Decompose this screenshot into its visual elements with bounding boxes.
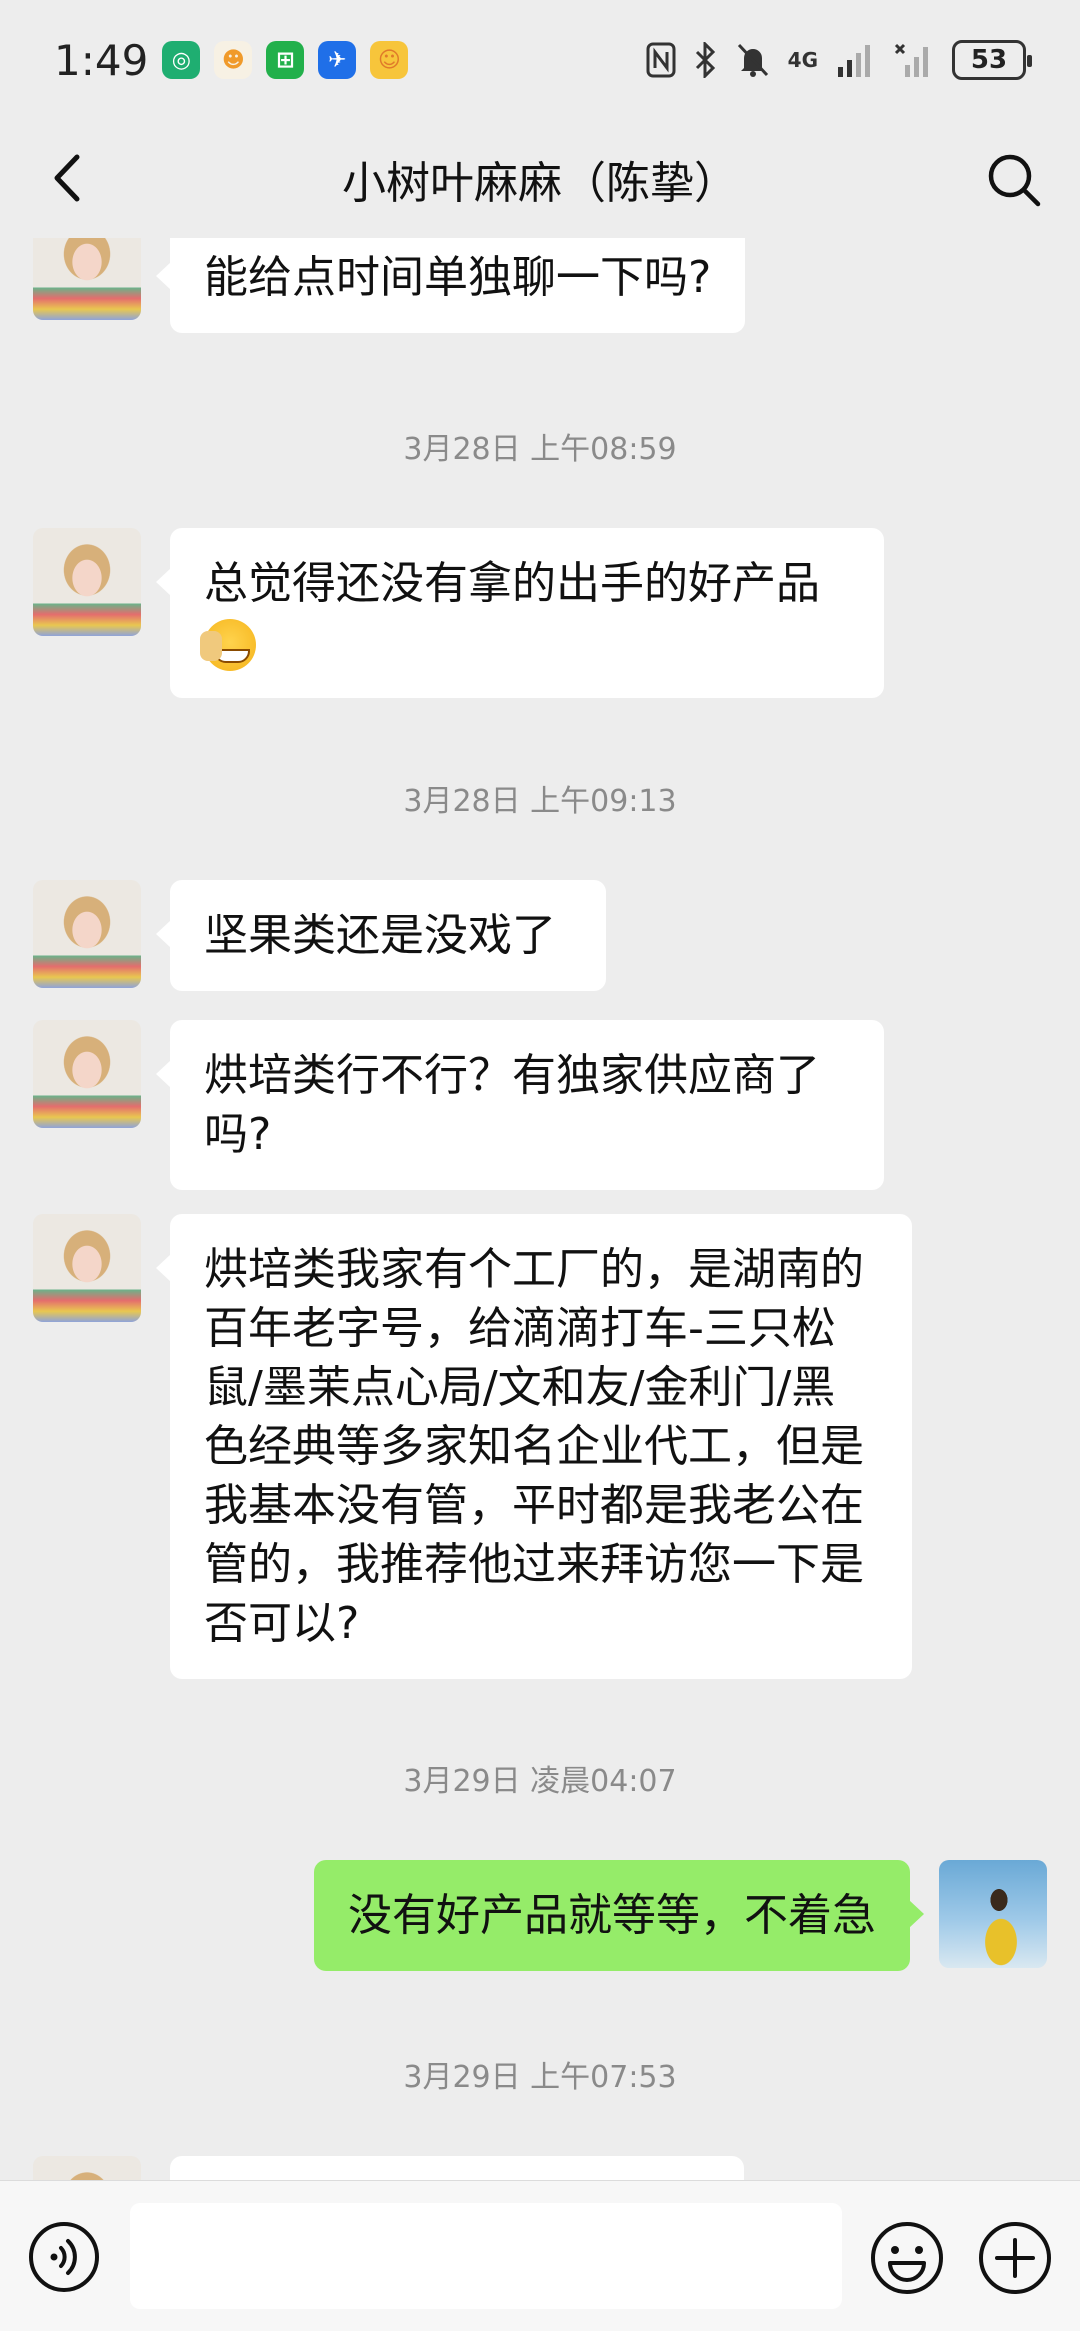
message-line: 我基本没有管，平时都是我老公在 [204,1480,864,1531]
message-line: 烘培类行不行？有独家供应商了 [204,1050,820,1101]
contact-avatar[interactable] [33,238,141,320]
chat-screen: 1:49 ◎ ☻ ⊞ ✈ ☺ 4G 53 小树叶麻麻（陈挚） 能给点时间单独聊一… [0,0,1080,2331]
contact-avatar[interactable] [33,2156,141,2180]
message-timestamp: 3月29日 上午07:53 [403,2060,677,2095]
app-notification-icon-2: ☻ [214,41,253,79]
chat-header: 小树叶麻麻（陈挚） [0,120,1080,238]
my-avatar[interactable] [939,1860,1047,1968]
message-bubble[interactable]: 烘培类我家有个工厂的，是湖南的 百年老字号，给滴滴打车-三只松 鼠/墨茉点心局/… [156,1214,912,1679]
message-line: 吗? [204,1109,272,1160]
message-line: 烘培类我家有个工厂的，是湖南的 [204,1244,864,1295]
nfc-icon [646,42,676,78]
message-line: 管的，我推荐他过来拜访您一下是 [204,1539,864,1590]
search-icon [988,154,1041,207]
signal-icon [838,45,870,77]
message-line: 色经典等多家知名企业代工，但是 [204,1421,864,1472]
message-bubble[interactable]: 能给点时间单独聊一下吗? [155,238,746,333]
message-timestamp: 3月28日 上午08:59 [403,432,677,467]
chat-title: 小树叶麻麻（陈挚） [342,158,738,209]
message-timestamp: 3月28日 上午09:13 [403,784,677,819]
signal-2-icon [894,43,928,77]
plus-icon [979,2222,1051,2294]
mute-bell-icon [737,43,768,77]
voice-icon [29,2222,99,2292]
battery-indicator: 53 [952,40,1032,80]
message-bubble[interactable]: 总觉得还没有拿的出手的好产品 [156,528,884,698]
system-status: 4G 53 [646,40,1032,80]
message-line: 百年老字号，给滴滴打车-三只松 [204,1303,836,1354]
contact-avatar[interactable] [33,880,141,988]
flight-app-icon: ✈ [318,41,357,79]
message-line: 鼠/墨茉点心局/文和友/金利门/黑 [204,1362,836,1413]
network-type: 4G [787,48,818,72]
contact-avatar[interactable] [33,1020,141,1128]
message-bubble[interactable]: 坚果类还是没戏了 [156,880,606,991]
message-bubble-partial[interactable] [170,2156,744,2180]
contact-avatar[interactable] [33,528,141,636]
contact-avatar[interactable] [33,1214,141,1322]
message-timestamp: 3月29日 凌晨04:07 [403,1764,677,1799]
smiley-icon [871,2222,943,2294]
message-line: 否可以? [204,1598,360,1649]
emoji-button[interactable] [870,2221,944,2295]
voice-input-button[interactable] [28,2221,100,2293]
my-message-bubble[interactable]: 没有好产品就等等，不着急 [314,1860,924,1971]
bluetooth-icon [695,42,715,78]
notification-icons: ◎ ☻ ⊞ ✈ ☺ [162,41,409,79]
more-actions-button[interactable] [978,2221,1052,2295]
message-list[interactable]: 能给点时间单独聊一下吗? 3月28日 上午08:59 总觉得还没有拿的出手的好产… [0,238,1080,2180]
message-input[interactable] [130,2203,842,2309]
status-bar: 1:49 ◎ ☻ ⊞ ✈ ☺ 4G 53 [0,0,1080,120]
message-text: 总觉得还没有拿的出手的好产品 [204,558,820,609]
facepalm-emoji-icon [200,619,256,671]
status-time: 1:49 [54,35,149,85]
app-notification-icon-5: ☺ [370,41,409,79]
back-button[interactable] [36,148,96,208]
app-notification-icon-1: ◎ [162,41,201,79]
app-notification-icon-3: ⊞ [266,41,305,79]
chevron-left-icon [54,154,80,202]
input-bar [0,2180,1080,2331]
search-button[interactable] [982,148,1046,212]
message-bubble[interactable]: 烘培类行不行？有独家供应商了 吗? [156,1020,884,1190]
